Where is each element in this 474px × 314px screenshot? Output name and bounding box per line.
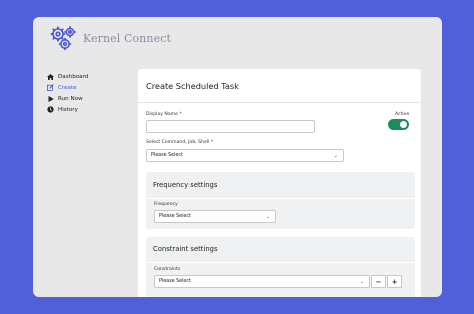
page-title: Create Scheduled Task [146,81,239,91]
chevron-down-icon: ⌄ [333,153,338,159]
sidebar-item-label: Create [58,84,77,91]
chevron-down-icon: ⌄ [265,214,270,220]
clock-icon [46,106,55,113]
sidebar-item-history[interactable]: History [46,104,88,115]
play-icon [46,95,55,102]
divider [146,198,415,199]
frequency-panel: Frequency settings Frequency Please Sele… [146,172,415,229]
app-window: Kernel Connect Dashboard Create Run Now … [33,17,442,297]
add-constraint-button[interactable]: + [387,275,402,288]
sidebar-item-label: Run Now [58,95,83,102]
sidebar-item-label: Dashboard [58,73,89,80]
display-name-input[interactable] [146,120,315,133]
sidebar-nav: Dashboard Create Run Now History [46,71,88,115]
frequency-select-value: Please Select [159,214,191,219]
edit-icon [46,84,55,91]
sidebar-item-run-now[interactable]: Run Now [46,93,88,104]
sidebar-item-create[interactable]: Create [46,82,88,93]
create-task-card: Create Scheduled Task Display Name * Act… [138,69,421,297]
gears-logo-icon [50,26,76,51]
command-select[interactable]: Please Select ⌄ [146,149,344,162]
display-name-label: Display Name * [146,112,182,117]
frequency-select[interactable]: Please Select ⌄ [154,210,276,223]
frequency-section-title: Frequency settings [153,181,218,189]
app-name: Kernel Connect [83,31,171,45]
home-icon [46,73,55,80]
constraints-select[interactable]: Please Select ⌄ [154,275,370,288]
constraints-select-value: Please Select [159,279,191,284]
constraint-section-title: Constraint settings [153,245,218,253]
app-logo: Kernel Connect [49,23,171,53]
sidebar-item-dashboard[interactable]: Dashboard [46,71,88,82]
sidebar-item-label: History [58,106,78,113]
command-select-value: Please Select [151,153,183,158]
constraint-panel: Constraint settings Constraints Please S… [146,237,415,297]
constraints-label: Constraints [154,267,181,272]
remove-constraint-button[interactable]: − [371,275,386,288]
command-label: Select Command, Job, Shell * [146,140,214,145]
toggle-knob [400,121,407,128]
divider [138,102,421,103]
active-toggle[interactable] [388,119,409,130]
chevron-down-icon: ⌄ [359,279,364,285]
active-label: Active [395,112,410,117]
frequency-label: Frequency [154,202,178,207]
divider [146,262,415,263]
